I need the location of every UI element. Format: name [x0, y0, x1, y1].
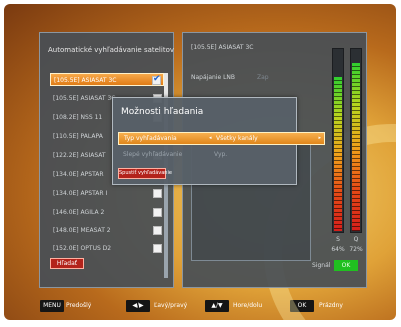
checkbox[interactable] [153, 189, 162, 198]
satellite-row-9[interactable]: [148.0E] MEASAT 2 [50, 224, 164, 237]
satellite-label: [134.0E] APSTAR I [53, 190, 108, 197]
signal-label: Signál [312, 262, 331, 269]
satellite-row-10[interactable]: [152.0E] OPTUS D2 [50, 242, 164, 255]
dialog-title: Možnosti hľadania [121, 107, 204, 117]
lnb-power-value[interactable]: Zap [257, 74, 269, 81]
satellite-label: [108.2E] NSS 11 [53, 114, 103, 121]
tv-screen: Automatické vyhľadávanie satelitov [105.… [4, 4, 396, 320]
up-down-key[interactable]: ▲/▼ [205, 300, 229, 312]
ok-key[interactable]: OK [290, 300, 314, 312]
strength-label: S [336, 236, 340, 243]
strength-value: 64% [331, 246, 345, 253]
arrow-right-icon[interactable]: ▸ [318, 135, 321, 141]
panel-title: Automatické vyhľadávanie satelitov [48, 46, 174, 54]
selected-satellite: [105.5E] ASIASAT 3C [191, 44, 254, 51]
satellite-row-1[interactable]: [105.5E] ASIASAT 3C [50, 73, 164, 86]
blind-search-label: Slepé vyhľadávanie [123, 151, 183, 158]
signal-strength-meter [332, 48, 344, 233]
blind-search-value[interactable]: Vyp. [214, 151, 227, 158]
search-button[interactable]: Hľadať [50, 258, 84, 269]
search-options-dialog: Možnosti hľadania Typ vyhľadávania ◂ Vše… [112, 97, 325, 185]
up-down-key-label: Hore/dolu [233, 302, 263, 309]
satellite-label: [148.0E] MEASAT 2 [53, 227, 111, 234]
menu-key[interactable]: MENU [40, 300, 64, 312]
menu-key-label: Predošlý [66, 302, 92, 309]
signal-quality-fill [352, 62, 360, 231]
checkbox[interactable] [152, 73, 161, 86]
signal-strength-fill [334, 77, 342, 231]
quality-value: 72% [349, 246, 363, 253]
quality-label: Q [353, 236, 359, 243]
start-search-button[interactable]: Spustiť vyhľadávanie [118, 168, 172, 179]
signal-status-badge: OK [334, 260, 358, 271]
satellite-label: [105.5E] ASIASAT 3C [53, 95, 116, 102]
signal-quality-meter [350, 48, 362, 233]
satellite-label: [134.0E] APSTAR [53, 171, 104, 178]
satellite-label: [146.0E] AGILA 2 [53, 209, 105, 216]
arrow-left-icon[interactable]: ◂ [209, 135, 212, 141]
satellite-label: [152.0E] OPTUS D2 [53, 245, 112, 252]
search-type-label: Typ vyhľadávania [124, 135, 177, 142]
left-right-key[interactable]: ◀/▶ [126, 300, 150, 312]
satellite-row-7[interactable]: [134.0E] APSTAR I [50, 187, 164, 200]
left-right-key-label: Ľavý/pravý [154, 302, 188, 309]
satellite-label: [110.5E] PALAPA [53, 133, 103, 140]
satellite-label: [105.5E] ASIASAT 3C [54, 77, 117, 84]
search-type-value[interactable]: Všetky kanály [216, 135, 258, 142]
satellite-label: [122.2E] ASIASAT [53, 152, 106, 159]
checkbox[interactable] [153, 226, 162, 235]
lnb-power-label: Napájanie LNB [191, 74, 236, 81]
satellite-row-8[interactable]: [146.0E] AGILA 2 [50, 206, 164, 219]
checkbox[interactable] [153, 244, 162, 253]
ok-key-label: Prázdny [319, 302, 343, 309]
checkbox[interactable] [153, 208, 162, 217]
search-type-row[interactable]: Typ vyhľadávania ◂ Všetky kanály ▸ [118, 132, 325, 145]
